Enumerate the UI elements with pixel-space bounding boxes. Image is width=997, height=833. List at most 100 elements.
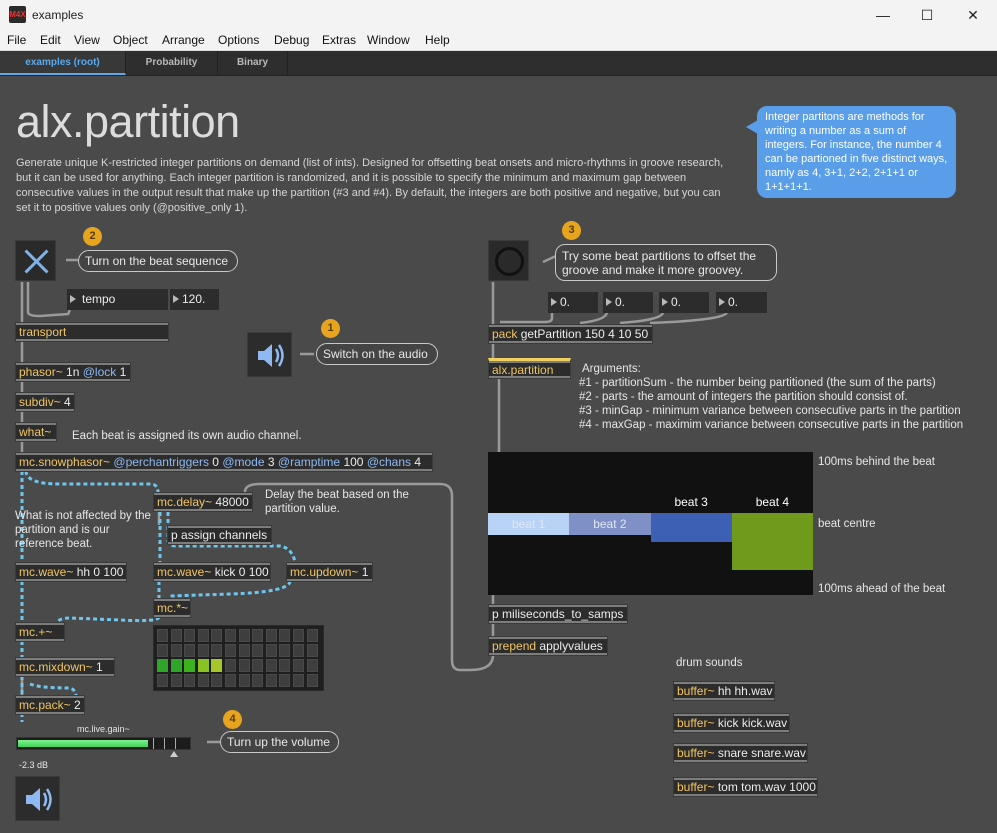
matrix-cell[interactable] bbox=[265, 659, 277, 672]
wave-kick-object[interactable]: mc.wave~ kick 0 100 bbox=[153, 562, 271, 582]
beat-bar[interactable]: beat 1 bbox=[488, 512, 570, 535]
bang-icon[interactable] bbox=[488, 240, 529, 281]
matrix-cell[interactable] bbox=[293, 674, 304, 687]
matrix-cell[interactable] bbox=[293, 644, 304, 657]
snowphasor-object[interactable]: mc.snowphasor~ @perchantriggers 0 @mode … bbox=[15, 452, 433, 472]
maximize-button[interactable]: ☐ bbox=[915, 4, 939, 26]
matrix-cell[interactable] bbox=[184, 674, 196, 687]
mc-plus-object[interactable]: mc.+~ bbox=[15, 622, 65, 642]
matrix-cell[interactable] bbox=[265, 629, 277, 642]
matrix-cell[interactable] bbox=[279, 659, 291, 672]
beat-bar[interactable]: beat 3 bbox=[650, 495, 732, 542]
phasor-object[interactable]: phasor~ 1n @lock 1 bbox=[15, 362, 131, 382]
partition-number-1[interactable]: 0. bbox=[548, 292, 598, 313]
matrix-cell[interactable] bbox=[252, 659, 264, 672]
updown-object[interactable]: mc.updown~ 1 bbox=[286, 562, 373, 582]
matrix-cell[interactable] bbox=[157, 629, 168, 642]
matrix-cell[interactable] bbox=[211, 674, 223, 687]
matrix-cell[interactable] bbox=[157, 644, 168, 657]
matrix-cell[interactable] bbox=[170, 674, 182, 687]
matrix-cell[interactable] bbox=[306, 659, 318, 672]
matrix-cell[interactable] bbox=[170, 644, 182, 657]
matrix-cell[interactable] bbox=[293, 629, 304, 642]
matrix-cell[interactable] bbox=[225, 674, 236, 687]
matrix-cell[interactable] bbox=[197, 629, 209, 642]
menu-object[interactable]: Object bbox=[113, 33, 148, 47]
channel-matrix[interactable] bbox=[153, 625, 324, 691]
minimize-button[interactable]: — bbox=[871, 4, 895, 26]
partition-number-2[interactable]: 0. bbox=[603, 292, 653, 313]
tempo-input[interactable]: tempo bbox=[67, 289, 168, 310]
tempo-value[interactable]: 120. bbox=[170, 289, 219, 310]
tab-binary[interactable]: Binary bbox=[218, 51, 288, 75]
matrix-cell[interactable] bbox=[238, 629, 250, 642]
close-button[interactable]: ✕ bbox=[961, 4, 985, 26]
buffer-tom-object[interactable]: buffer~ tom tom.wav 1000 bbox=[673, 777, 818, 797]
matrix-cell[interactable] bbox=[306, 629, 318, 642]
matrix-cell[interactable] bbox=[225, 659, 236, 672]
toggle-x-icon[interactable] bbox=[15, 240, 56, 281]
matrix-cell[interactable] bbox=[225, 629, 236, 642]
gain-slider-thumb[interactable] bbox=[170, 751, 178, 757]
matrix-cell[interactable] bbox=[225, 644, 236, 657]
matrix-cell[interactable] bbox=[293, 659, 304, 672]
mc-mult-object[interactable]: mc.*~ bbox=[153, 598, 191, 618]
mixdown-object[interactable]: mc.mixdown~ 1 bbox=[15, 657, 115, 677]
matrix-cell[interactable] bbox=[279, 644, 291, 657]
what-object[interactable]: what~ bbox=[15, 422, 57, 442]
matrix-cell[interactable] bbox=[238, 674, 250, 687]
speaker-icon[interactable] bbox=[15, 776, 60, 821]
matrix-cell[interactable] bbox=[211, 659, 223, 672]
partition-number-4[interactable]: 0. bbox=[716, 292, 767, 313]
menu-window[interactable]: Window bbox=[367, 33, 410, 47]
alx-partition-object[interactable]: alx.partition bbox=[488, 358, 571, 379]
matrix-cell[interactable] bbox=[265, 644, 277, 657]
matrix-cell[interactable] bbox=[211, 629, 223, 642]
partition-number-3[interactable]: 0. bbox=[659, 292, 709, 313]
matrix-cell[interactable] bbox=[252, 644, 264, 657]
mc-pack-object[interactable]: mc.pack~ 2 bbox=[15, 695, 85, 715]
matrix-cell[interactable] bbox=[265, 674, 277, 687]
matrix-cell[interactable] bbox=[184, 659, 196, 672]
menu-debug[interactable]: Debug bbox=[274, 33, 309, 47]
matrix-cell[interactable] bbox=[197, 659, 209, 672]
matrix-cell[interactable] bbox=[170, 629, 182, 642]
matrix-cell[interactable] bbox=[184, 629, 196, 642]
matrix-cell[interactable] bbox=[197, 674, 209, 687]
partition-multislider[interactable]: beat 1 beat 2 beat 3 beat 4 bbox=[488, 452, 813, 595]
speaker-icon[interactable] bbox=[247, 332, 292, 377]
matrix-cell[interactable] bbox=[197, 644, 209, 657]
menu-extras[interactable]: Extras bbox=[322, 33, 356, 47]
beat-bar[interactable]: beat 4 bbox=[731, 495, 813, 571]
matrix-cell[interactable] bbox=[157, 659, 168, 672]
wave-hh-object[interactable]: mc.wave~ hh 0 100 bbox=[15, 562, 127, 582]
buffer-kick-object[interactable]: buffer~ kick kick.wav bbox=[673, 713, 790, 733]
beat-bar[interactable]: beat 2 bbox=[569, 512, 651, 535]
gain-meter[interactable] bbox=[16, 737, 191, 750]
menu-help[interactable]: Help bbox=[425, 33, 450, 47]
matrix-cell[interactable] bbox=[306, 644, 318, 657]
matrix-cell[interactable] bbox=[306, 674, 318, 687]
matrix-cell[interactable] bbox=[252, 674, 264, 687]
menu-file[interactable]: File bbox=[7, 33, 26, 47]
matrix-cell[interactable] bbox=[211, 644, 223, 657]
menu-view[interactable]: View bbox=[74, 33, 100, 47]
matrix-cell[interactable] bbox=[238, 644, 250, 657]
assign-channels-object[interactable]: p assign channels bbox=[167, 525, 272, 545]
delay-object[interactable]: mc.delay~ 48000 bbox=[153, 492, 253, 512]
tab-examples-root[interactable]: examples (root) bbox=[0, 51, 126, 75]
matrix-cell[interactable] bbox=[157, 674, 168, 687]
prepend-object[interactable]: prepend applyvalues bbox=[488, 636, 608, 656]
menu-edit[interactable]: Edit bbox=[40, 33, 61, 47]
tab-probability[interactable]: Probability bbox=[126, 51, 218, 75]
matrix-cell[interactable] bbox=[279, 674, 291, 687]
menu-arrange[interactable]: Arrange bbox=[162, 33, 205, 47]
buffer-hh-object[interactable]: buffer~ hh hh.wav bbox=[673, 681, 775, 701]
buffer-snare-object[interactable]: buffer~ snare snare.wav bbox=[673, 743, 808, 763]
matrix-cell[interactable] bbox=[170, 659, 182, 672]
menu-options[interactable]: Options bbox=[218, 33, 259, 47]
transport-object[interactable]: transport bbox=[15, 322, 169, 342]
matrix-cell[interactable] bbox=[184, 644, 196, 657]
subdiv-object[interactable]: subdiv~ 4 bbox=[15, 392, 75, 412]
matrix-cell[interactable] bbox=[279, 629, 291, 642]
